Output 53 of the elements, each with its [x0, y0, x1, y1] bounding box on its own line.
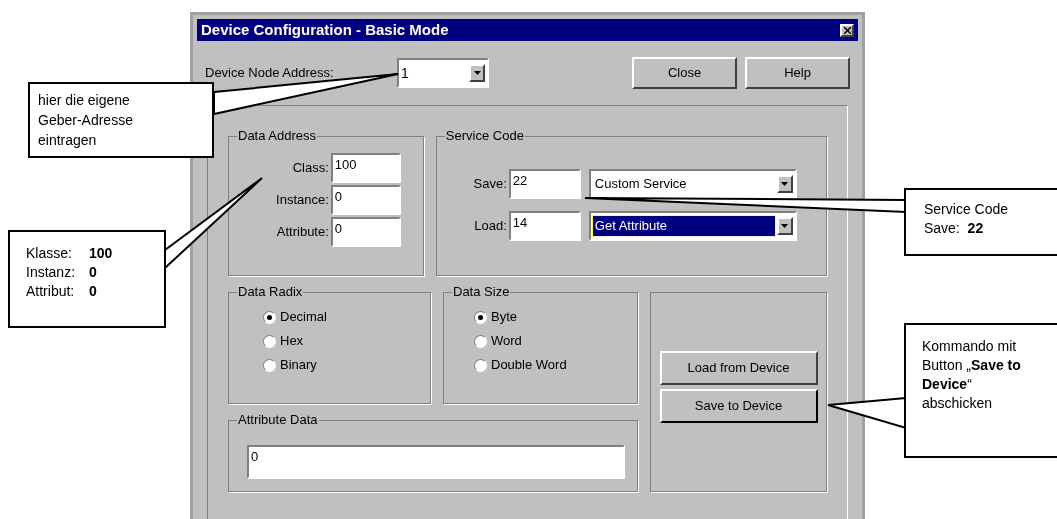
caret-icon — [781, 182, 789, 186]
caret-icon — [781, 224, 789, 228]
dialog-button[interactable]: Help — [745, 57, 850, 89]
radio-button[interactable] — [474, 334, 487, 348]
input-field[interactable]: 0 — [247, 445, 625, 479]
close-button[interactable] — [840, 23, 854, 37]
dropdown[interactable]: Get Attribute — [588, 211, 797, 241]
callout-value: 100 — [89, 244, 113, 263]
dropdown[interactable]: Custom Service — [588, 169, 797, 199]
radio-label: Byte — [491, 308, 517, 327]
dropdown-arrow-button[interactable] — [776, 175, 793, 193]
window-title: Device Configuration - Basic Mode — [201, 19, 449, 40]
dropdown-arrow-button[interactable] — [469, 64, 485, 82]
callout-text: Klasse: — [26, 244, 73, 263]
dropdown[interactable]: 1 — [397, 58, 489, 88]
radio-button[interactable] — [263, 310, 276, 324]
field-label: Class: — [292, 159, 329, 178]
close-icon — [843, 26, 851, 34]
input-field[interactable]: 0 — [330, 185, 401, 215]
dropdown-arrow-button[interactable] — [776, 217, 793, 235]
radio-label: Binary — [280, 356, 317, 375]
dropdown-value: Get Attribute — [592, 216, 775, 236]
callout-value: 0 — [89, 263, 98, 282]
field-label: Save: — [472, 175, 507, 194]
radio-button[interactable] — [263, 358, 276, 372]
callout-text: Instanz: — [26, 263, 76, 282]
dialog-button[interactable]: Save to Device — [659, 389, 818, 423]
input-field[interactable]: 14 — [508, 211, 581, 241]
radio-label: Decimal — [280, 308, 327, 327]
input-field[interactable]: 100 — [330, 153, 401, 183]
caret-icon — [473, 71, 481, 75]
dropdown-value: Custom Service — [593, 175, 688, 194]
dropdown-value: 1 — [400, 63, 409, 83]
dialog-button[interactable]: Close — [632, 57, 737, 89]
callout-text: hier die eigene Geber-Adresse eintragen — [38, 91, 134, 150]
field-label: Device Node Address: — [205, 64, 335, 83]
callout-text: Save: 22 — [924, 219, 985, 238]
callout-text: Attribut: — [26, 282, 76, 301]
radio-label: Word — [491, 332, 522, 351]
dialog-button[interactable]: Load from Device — [659, 351, 818, 385]
radio-button[interactable] — [474, 310, 487, 324]
callout-text: Kommando mit Button „Save to Device“ abschicken — [922, 337, 1022, 413]
field-label: Load: — [473, 217, 507, 236]
callout-text: Service Code — [924, 200, 1010, 219]
field-label: Instance: — [276, 191, 329, 210]
input-field[interactable]: 0 — [330, 217, 401, 247]
radio-label: Hex — [280, 332, 304, 351]
field-label: Attribute: — [276, 223, 329, 242]
radio-label: Double Word — [491, 356, 567, 375]
input-field[interactable]: 22 — [508, 169, 581, 199]
callout-value: 0 — [89, 282, 98, 301]
radio-button[interactable] — [474, 358, 487, 372]
radio-button[interactable] — [263, 334, 276, 348]
